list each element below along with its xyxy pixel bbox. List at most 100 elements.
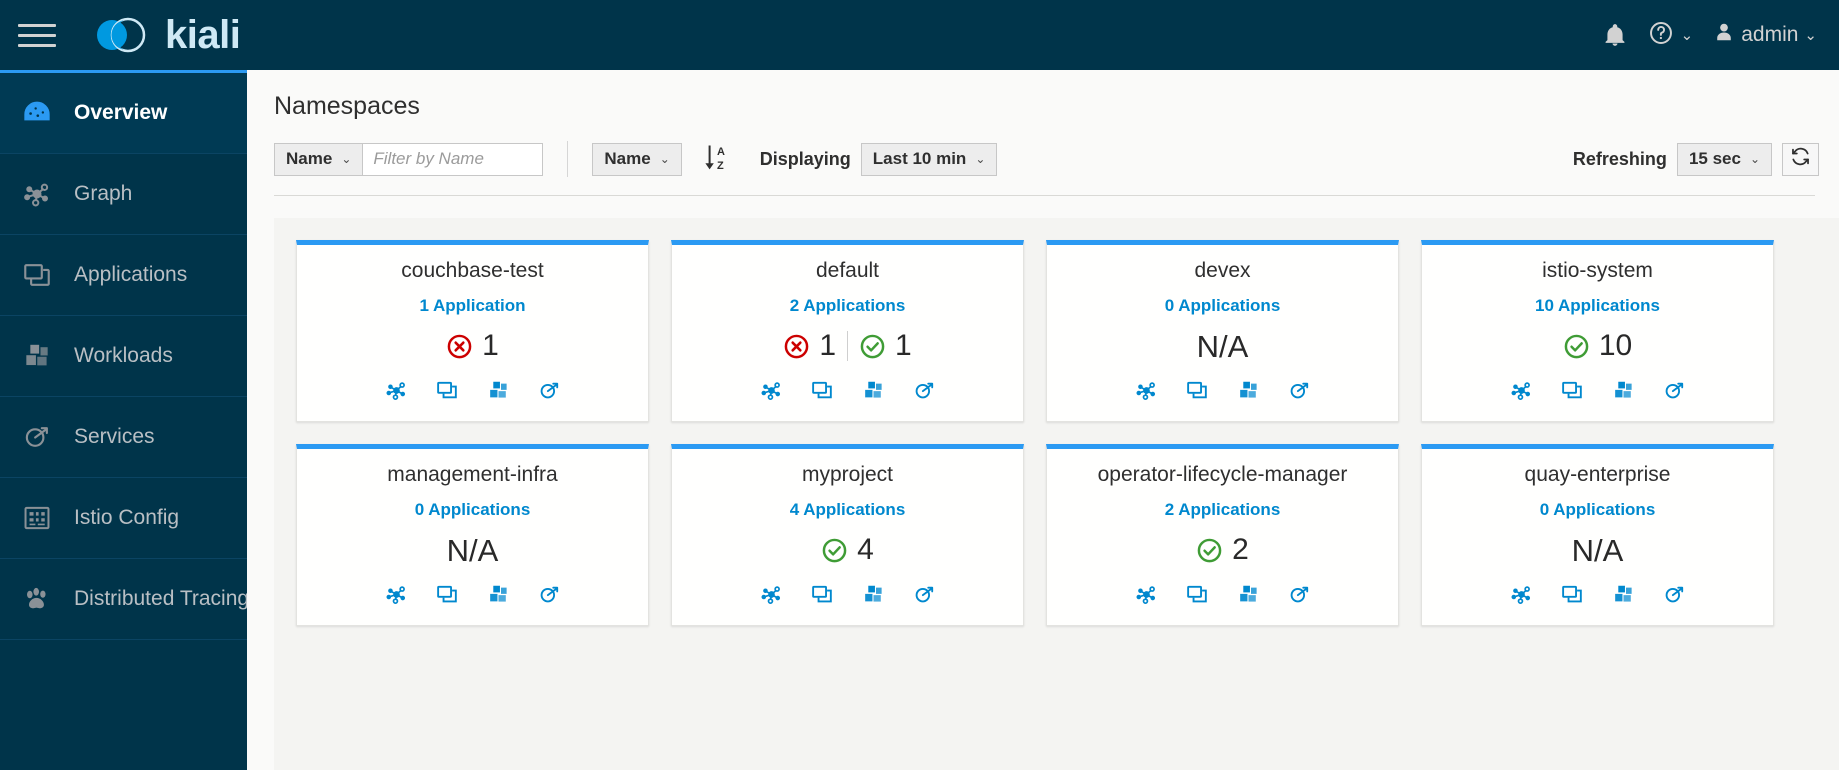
graph-icon[interactable] [1133, 377, 1159, 403]
namespace-name: default [815, 259, 880, 282]
brand-logo-link[interactable]: kiali [90, 11, 241, 59]
namespace-health: N/A [1197, 324, 1249, 368]
workloads-icon[interactable] [1235, 377, 1261, 403]
namespace-name: myproject [801, 463, 894, 486]
namespace-applications-link[interactable]: 10 Applications [1535, 296, 1660, 316]
health-healthy-icon [1196, 537, 1223, 564]
health-count: 10 [1598, 329, 1633, 362]
chevron-down-icon: ⌄ [975, 152, 986, 166]
health-na-label: N/A [1196, 328, 1249, 364]
workloads-icon[interactable] [485, 377, 511, 403]
namespace-applications-link[interactable]: 2 Applications [790, 296, 906, 316]
namespace-applications-link[interactable]: 1 Application [419, 296, 525, 316]
filter-name-input[interactable] [363, 142, 544, 176]
chevron-down-icon: ⌄ [1804, 26, 1817, 44]
graph-icon[interactable] [758, 377, 784, 403]
sidebar-item-distributed-tracing[interactable]: Distributed Tracing [0, 559, 247, 640]
sort-direction-button[interactable]: A Z [694, 142, 736, 177]
namespace-actions [758, 581, 937, 607]
namespace-grid-background: couchbase-test 1 Application 1 default 2 A… [274, 218, 1839, 770]
workloads-icon[interactable] [1235, 581, 1261, 607]
namespace-applications-link[interactable]: 0 Applications [415, 500, 531, 520]
sidebar-item-graph[interactable]: Graph [0, 154, 247, 235]
kiali-logo-icon [90, 11, 152, 59]
namespace-applications-link[interactable]: 4 Applications [790, 500, 906, 520]
duration-select[interactable]: Last 10 min ⌄ [860, 142, 998, 176]
user-menu[interactable]: admin ⌄ [1713, 20, 1817, 50]
filter-group: Name ⌄ [274, 142, 544, 176]
graph-icon[interactable] [1133, 581, 1159, 607]
namespace-card[interactable]: default 2 Applications 1 1 [671, 240, 1024, 422]
health-healthy-icon [821, 537, 848, 564]
graph-icon[interactable] [758, 581, 784, 607]
health-count: 1 [482, 329, 499, 362]
namespace-applications-link[interactable]: 0 Applications [1165, 296, 1281, 316]
workloads-icon[interactable] [860, 581, 886, 607]
refresh-now-button[interactable] [1782, 142, 1819, 176]
user-avatar-icon [1713, 20, 1735, 50]
applications-icon[interactable] [809, 377, 835, 403]
body: Overview Graph Applications Workloads Se… [0, 70, 1839, 770]
services-icon[interactable] [536, 377, 562, 403]
sidebar-item-label: Graph [74, 182, 133, 205]
sidebar-item-applications[interactable]: Applications [0, 235, 247, 316]
refresh-interval-select[interactable]: 15 sec ⌄ [1676, 142, 1772, 176]
services-icon[interactable] [1286, 377, 1312, 403]
namespace-card-grid: couchbase-test 1 Application 1 default 2 A… [296, 240, 1839, 626]
namespace-card[interactable]: couchbase-test 1 Application 1 [296, 240, 649, 422]
applications-icon[interactable] [1559, 377, 1585, 403]
sort-ascending-alpha-icon: A Z [702, 142, 728, 177]
health-count: 4 [857, 533, 874, 566]
istio-config-icon [20, 501, 54, 535]
sync-icon [1790, 146, 1811, 172]
masthead: kiali ⌄ admin ⌄ [0, 0, 1839, 70]
applications-icon[interactable] [434, 581, 460, 607]
applications-icon[interactable] [1184, 581, 1210, 607]
services-icon[interactable] [1286, 581, 1312, 607]
services-icon[interactable] [911, 581, 937, 607]
namespace-card[interactable]: management-infra 0 Applications N/A [296, 444, 649, 626]
filter-type-select[interactable]: Name ⌄ [274, 142, 364, 176]
notifications-bell-icon[interactable] [1602, 21, 1628, 49]
tracing-icon [20, 582, 54, 616]
sort-field-select[interactable]: Name ⌄ [592, 142, 682, 176]
refresh-interval-value: 15 sec [1688, 149, 1741, 168]
sidebar-item-overview[interactable]: Overview [0, 73, 247, 154]
graph-icon[interactable] [1508, 581, 1534, 607]
applications-icon[interactable] [1184, 377, 1210, 403]
sidebar-item-services[interactable]: Services [0, 397, 247, 478]
namespace-card[interactable]: istio-system 10 Applications 10 [1421, 240, 1774, 422]
namespace-toolbar: Name ⌄ Name ⌄ A [247, 121, 1839, 195]
displaying-label: Displaying [759, 148, 851, 169]
health-count: 1 [819, 329, 836, 362]
health-healthy-icon [1563, 333, 1590, 360]
page-title: Namespaces [274, 92, 420, 120]
graph-icon[interactable] [383, 377, 409, 403]
namespace-applications-link[interactable]: 2 Applications [1165, 500, 1281, 520]
applications-icon[interactable] [434, 377, 460, 403]
workloads-icon[interactable] [1610, 377, 1636, 403]
sidebar-item-istio-config[interactable]: Istio Config [0, 478, 247, 559]
chevron-down-icon: ⌄ [341, 152, 352, 166]
services-icon[interactable] [1661, 581, 1687, 607]
workloads-icon[interactable] [485, 581, 511, 607]
sidebar-item-label: Applications [74, 263, 188, 286]
namespace-card[interactable]: myproject 4 Applications 4 [671, 444, 1024, 626]
help-menu[interactable]: ⌄ [1648, 20, 1693, 51]
workloads-icon[interactable] [860, 377, 886, 403]
workloads-icon[interactable] [1610, 581, 1636, 607]
services-icon[interactable] [536, 581, 562, 607]
applications-icon[interactable] [809, 581, 835, 607]
namespace-card[interactable]: quay-enterprise 0 Applications N/A [1421, 444, 1774, 626]
namespace-card[interactable]: devex 0 Applications N/A [1046, 240, 1399, 422]
brand-name: kiali [165, 13, 241, 57]
services-icon[interactable] [1661, 377, 1687, 403]
menu-toggle-icon[interactable] [18, 16, 56, 54]
graph-icon[interactable] [383, 581, 409, 607]
services-icon[interactable] [911, 377, 937, 403]
applications-icon[interactable] [1559, 581, 1585, 607]
namespace-card[interactable]: operator-lifecycle-manager 2 Applications… [1046, 444, 1399, 626]
sidebar-item-workloads[interactable]: Workloads [0, 316, 247, 397]
namespace-applications-link[interactable]: 0 Applications [1540, 500, 1656, 520]
graph-icon[interactable] [1508, 377, 1534, 403]
